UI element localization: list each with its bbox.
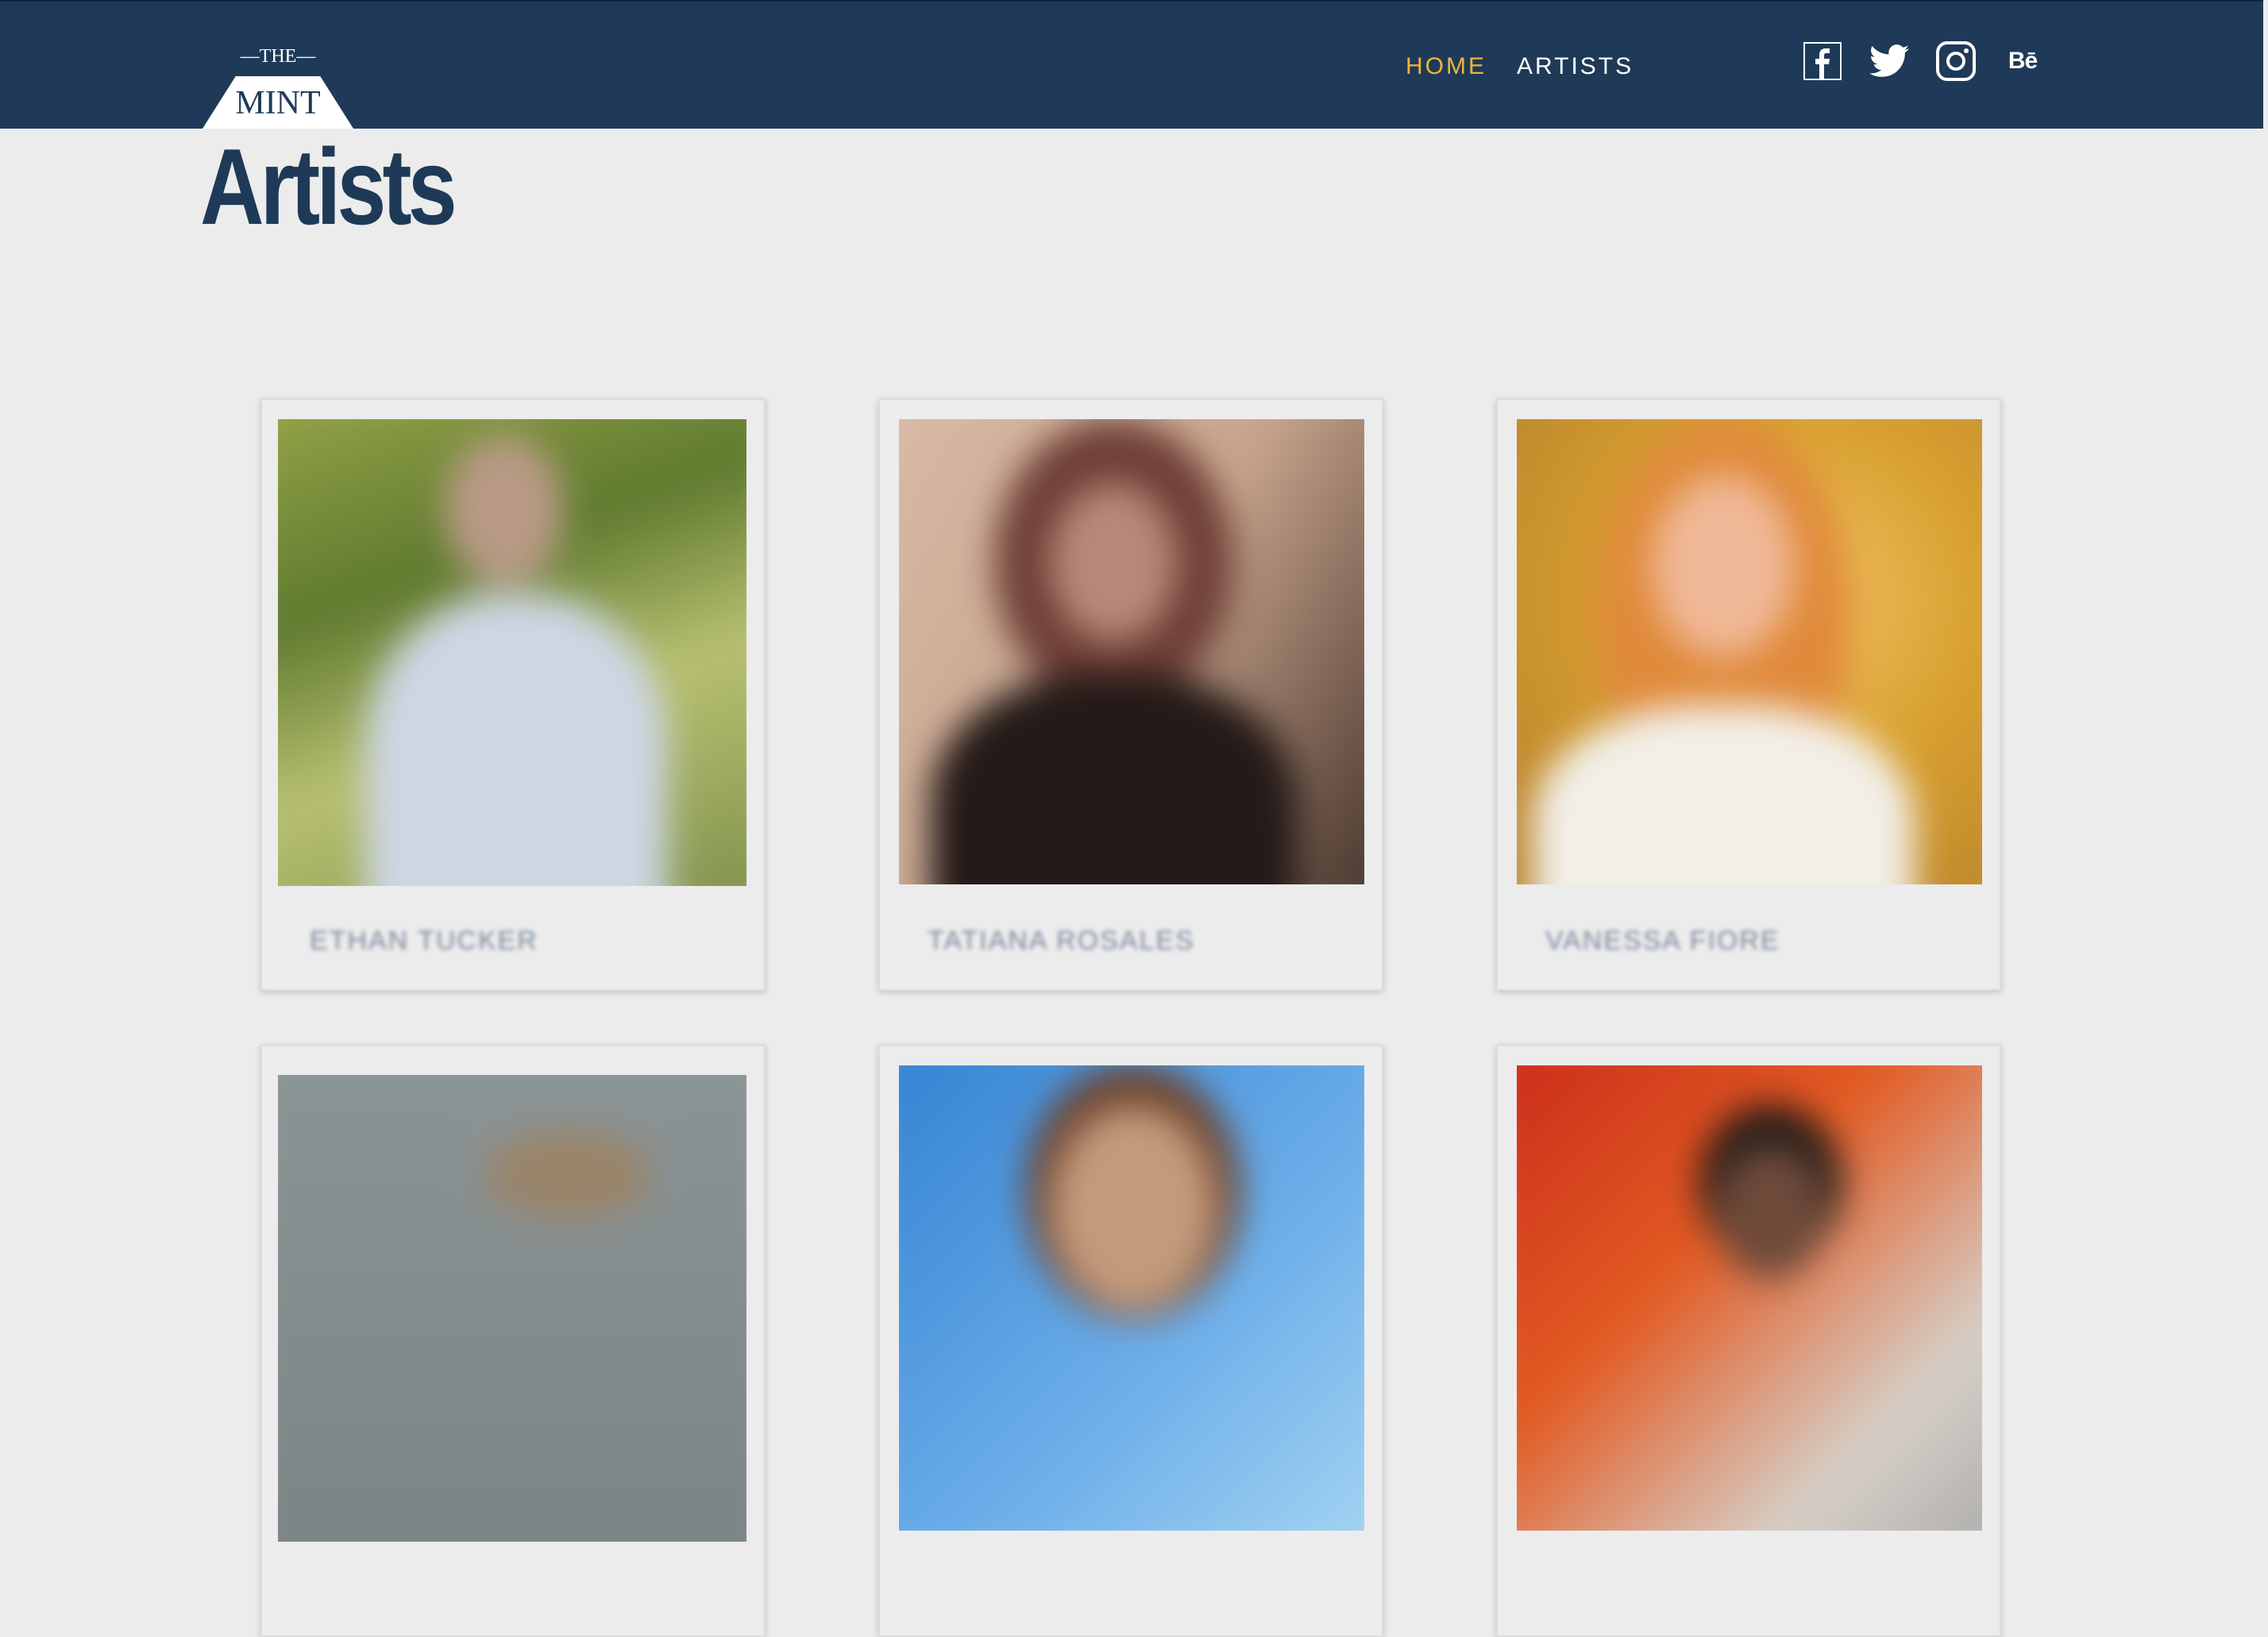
nav-artists[interactable]: ARTISTS <box>1517 52 1634 82</box>
artist-name[interactable]: ETHAN TUCKER <box>310 926 538 957</box>
behance-icon[interactable]: Bē <box>2003 41 2042 81</box>
behance-glyph: Bē <box>2008 48 2038 74</box>
facebook-icon[interactable] <box>1803 41 1842 81</box>
artist-photo[interactable] <box>1517 1065 1982 1531</box>
page-title: Artists <box>200 126 457 247</box>
artist-card[interactable] <box>1496 1045 2001 1637</box>
artist-name[interactable]: TATIANA ROSALES <box>928 926 1195 957</box>
artist-card[interactable]: ETHAN TUCKER <box>260 399 766 991</box>
artist-photo[interactable] <box>278 1075 746 1542</box>
nav-home[interactable]: HOME <box>1406 52 1487 82</box>
instagram-icon[interactable] <box>1936 41 1976 81</box>
site-logo[interactable]: —THE— MINT <box>202 38 353 129</box>
artist-photo[interactable] <box>899 419 1364 884</box>
logo-main-text: MINT <box>235 85 321 121</box>
artist-photo[interactable] <box>899 1065 1364 1531</box>
artist-card[interactable]: VANESSA FIORE <box>1496 399 2001 991</box>
artist-name[interactable]: VANESSA FIORE <box>1545 926 1780 957</box>
artist-card[interactable] <box>878 1045 1383 1637</box>
artist-card[interactable] <box>260 1045 766 1637</box>
twitter-icon[interactable] <box>1869 41 1909 81</box>
artist-card[interactable]: TATIANA ROSALES <box>878 399 1383 991</box>
artist-photo[interactable] <box>1517 419 1982 884</box>
logo-top-text: —THE— <box>240 46 316 67</box>
site-header: —THE— MINT HOME ARTISTS Bē <box>0 0 2263 129</box>
main-nav: HOME ARTISTS <box>1406 52 1634 82</box>
artist-photo[interactable] <box>278 419 746 886</box>
social-links: Bē <box>1803 41 2042 81</box>
